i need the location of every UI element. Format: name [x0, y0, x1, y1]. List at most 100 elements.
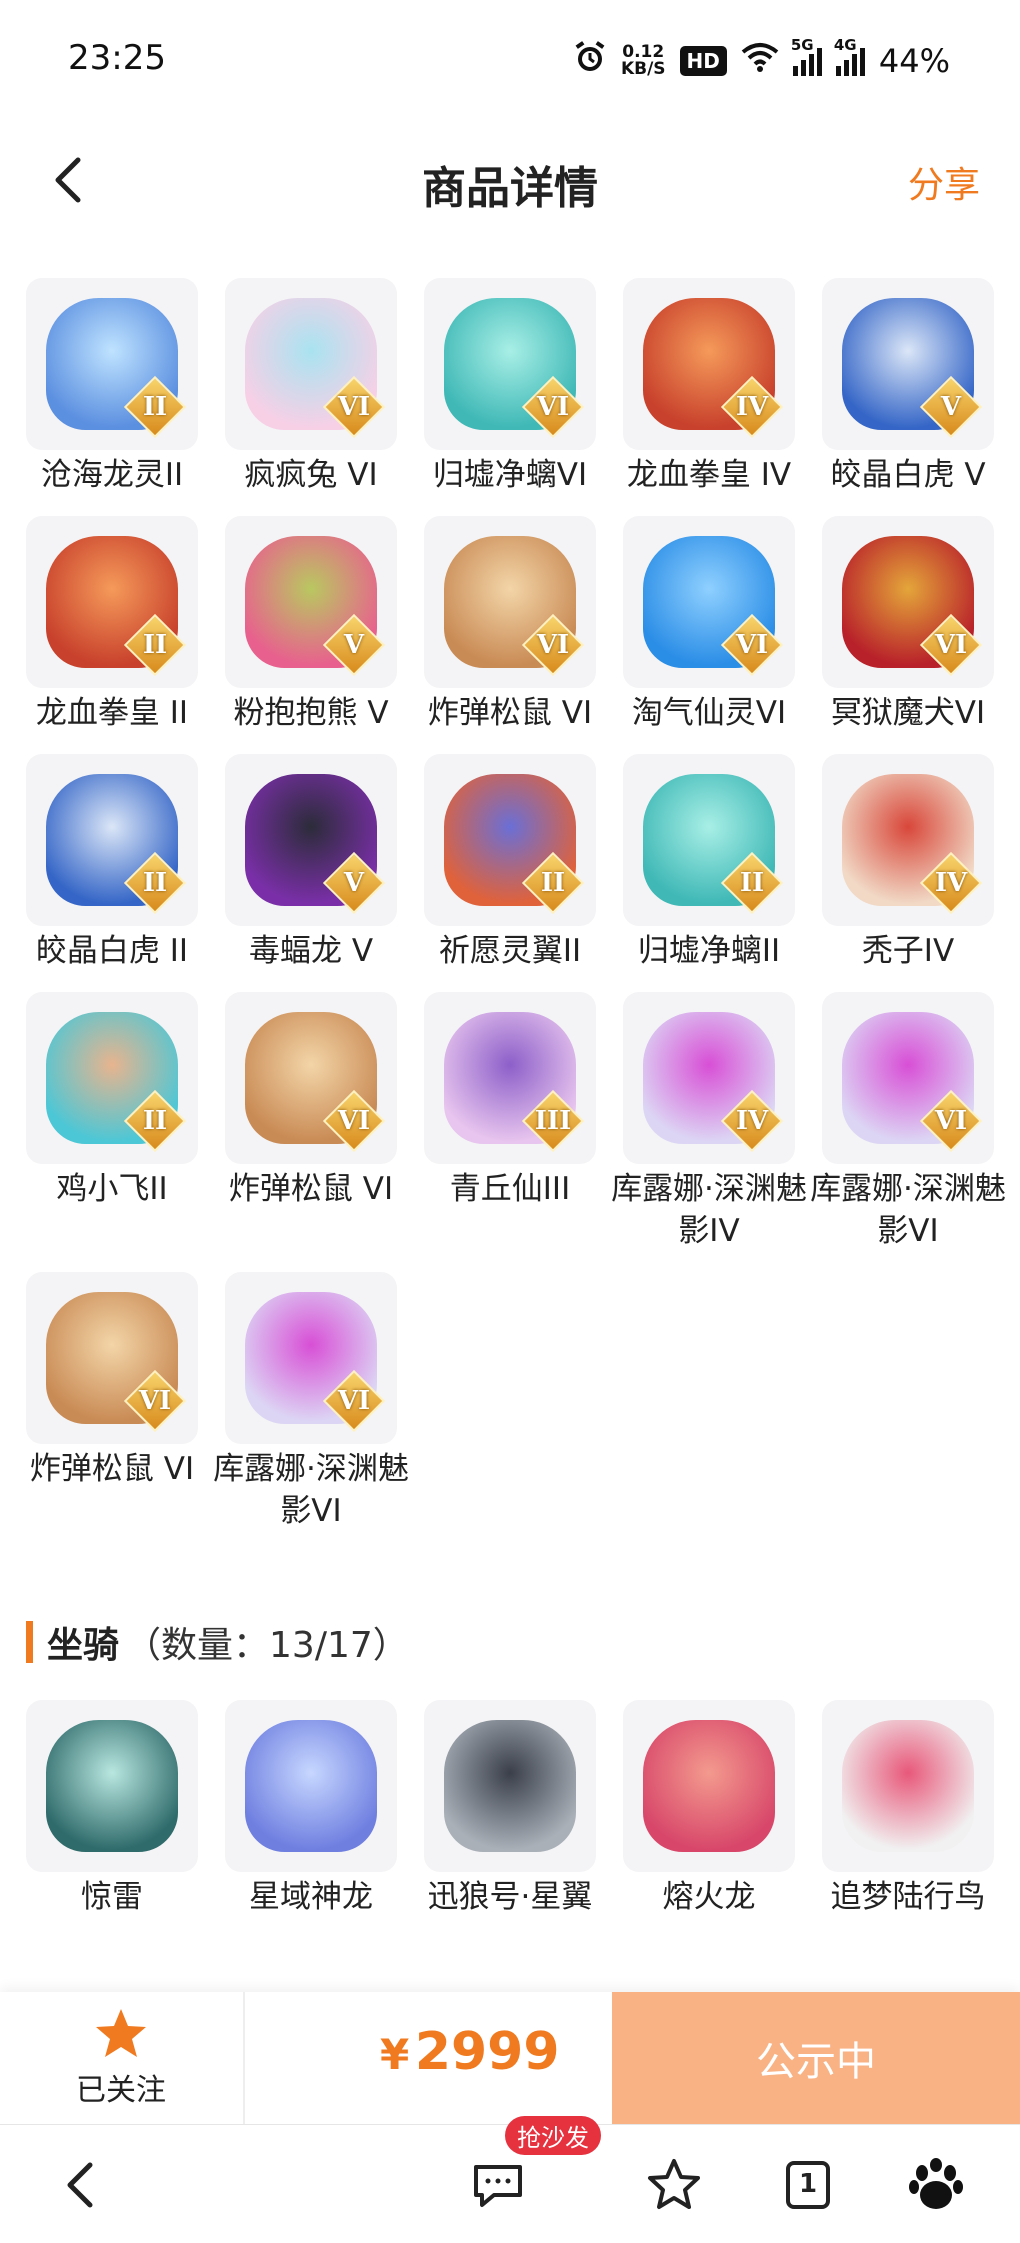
net-speed-unit: KB/S	[620, 59, 666, 79]
rank-badge: V	[322, 851, 386, 915]
favorite-button[interactable]	[644, 2155, 704, 2215]
mount-image	[46, 1720, 178, 1852]
mount-thumbnail	[225, 1700, 397, 1872]
item-thumbnail: V	[822, 278, 994, 450]
rank-badge: V	[322, 613, 386, 677]
item-label: 秃子IV	[861, 933, 955, 969]
item-thumbnail: VI	[424, 516, 596, 688]
item-card[interactable]: V 粉抱抱熊 V	[225, 516, 397, 734]
page-title: 商品详情	[422, 163, 598, 214]
rank-badge: VI	[720, 613, 784, 677]
rank-text: VI	[735, 630, 769, 660]
item-label: 粉抱抱熊 V	[233, 695, 389, 731]
item-card[interactable]: VI 归墟净螭VI	[424, 278, 596, 496]
mounts-section-title: 坐骑 （数量：13/17）	[26, 1618, 409, 1666]
item-thumbnail: II	[623, 754, 795, 926]
item-thumbnail: VI	[424, 278, 596, 450]
mount-card[interactable]: 惊雷	[26, 1700, 198, 1918]
item-label: 沧海龙灵II	[40, 457, 184, 493]
item-card[interactable]: IV 龙血拳皇 IV	[623, 278, 795, 496]
star-outline-icon	[648, 2159, 700, 2209]
item-card[interactable]: II 鸡小飞II	[26, 992, 198, 1252]
rank-text: VI	[934, 630, 968, 660]
mount-card[interactable]: 迅狼号·星翼	[424, 1700, 596, 1918]
item-card[interactable]: IV 库露娜·深渊魅影IV	[611, 992, 807, 1252]
item-card[interactable]: IV 秃子IV	[822, 754, 994, 972]
rank-text: VI	[536, 392, 570, 422]
battery-level: 44%	[878, 42, 950, 80]
mount-thumbnail	[623, 1700, 795, 1872]
item-label: 归墟净螭VI	[432, 457, 588, 493]
mount-card[interactable]: 星域神龙	[225, 1700, 397, 1918]
item-card[interactable]: V 毒蝠龙 V	[225, 754, 397, 972]
item-thumbnail: IV	[623, 992, 795, 1164]
item-card[interactable]: II 归墟净螭II	[623, 754, 795, 972]
signal-5g-tag: 5G	[790, 36, 814, 54]
rank-badge: VI	[123, 1369, 187, 1433]
mount-label: 星域神龙	[249, 1879, 373, 1915]
rank-badge: VI	[919, 613, 983, 677]
item-card[interactable]: VI 库露娜·深渊魅影VI	[810, 992, 1006, 1252]
mount-label: 追梦陆行鸟	[830, 1879, 986, 1915]
item-thumbnail: VI	[225, 1272, 397, 1444]
sofa-badge: 抢沙发	[505, 2116, 601, 2155]
rank-badge: VI	[521, 613, 585, 677]
rank-text: V	[343, 630, 365, 660]
item-card[interactable]: VI 炸弹松鼠 VI	[225, 992, 397, 1252]
mounts-grid: 惊雷 星域神龙 迅狼号·星翼 熔火龙 追梦陆行鸟	[26, 1700, 996, 1918]
item-card[interactable]: II 祈愿灵翼II	[424, 754, 596, 972]
item-label: 库露娜·深渊魅影IV	[611, 1171, 807, 1249]
rank-text: III	[534, 1106, 572, 1136]
signal-4g-tag: 4G	[833, 36, 857, 54]
item-thumbnail: II	[26, 754, 198, 926]
share-button[interactable]: 分享	[908, 156, 980, 208]
public-status-button[interactable]: 公示中	[612, 1992, 1020, 2124]
rank-text: II	[142, 392, 168, 422]
mount-card[interactable]: 熔火龙	[623, 1700, 795, 1918]
section-count: （数量：13/17）	[125, 1625, 409, 1666]
action-bar: 已关注 ¥ 2999 公示中	[0, 1992, 1020, 2124]
rank-badge: II	[123, 375, 187, 439]
item-card[interactable]: VI 淘气仙灵VI	[623, 516, 795, 734]
page-header: 商品详情 分享	[0, 120, 1020, 240]
item-label: 归墟净螭II	[637, 933, 781, 969]
rank-text: II	[142, 868, 168, 898]
paw-icon	[909, 2158, 963, 2209]
item-card[interactable]: VI 炸弹松鼠 VI	[26, 1272, 198, 1532]
comment-button[interactable]	[468, 2155, 528, 2215]
rank-badge: VI	[322, 375, 386, 439]
signal-5g-icon: 5G	[791, 36, 822, 76]
tabs-button[interactable]: 1	[778, 2155, 838, 2215]
item-label: 龙血拳皇 II	[35, 695, 189, 731]
item-card[interactable]: II 龙血拳皇 II	[26, 516, 198, 734]
item-card[interactable]: VI 库露娜·深渊魅影VI	[213, 1272, 409, 1532]
browser-back-button[interactable]	[52, 2155, 112, 2215]
item-card[interactable]: II 皎晶白虎 II	[26, 754, 198, 972]
mount-image	[245, 1720, 377, 1852]
follow-button[interactable]: 已关注	[0, 1992, 242, 2124]
item-label: 淘气仙灵VI	[631, 695, 787, 731]
rank-text: VI	[536, 630, 570, 660]
rank-text: IV	[735, 392, 769, 422]
item-card[interactable]: II 沧海龙灵II	[26, 278, 198, 496]
divider	[243, 1992, 245, 2124]
item-card[interactable]: VI 疯疯兔 VI	[225, 278, 397, 496]
mount-thumbnail	[822, 1700, 994, 1872]
rank-text: IV	[735, 1106, 769, 1136]
rank-text: VI	[934, 1106, 968, 1136]
item-label: 炸弹松鼠 VI	[427, 695, 593, 731]
mount-label: 迅狼号·星翼	[427, 1879, 593, 1915]
rank-text: VI	[337, 392, 371, 422]
item-card[interactable]: VI 冥狱魔犬VI	[822, 516, 994, 734]
mount-card[interactable]: 追梦陆行鸟	[822, 1700, 994, 1918]
rank-text: VI	[337, 1386, 371, 1416]
item-card[interactable]: V 皎晶白虎 V	[822, 278, 994, 496]
rank-text: II	[540, 868, 566, 898]
baidu-button[interactable]	[906, 2155, 966, 2215]
item-card[interactable]: III 青丘仙III	[424, 992, 596, 1252]
items-grid: II 沧海龙灵II VI 疯疯兔 VI VI 归墟净螭VI IV 龙血拳皇 IV V 皎晶白虎 V…	[26, 278, 1006, 1532]
item-thumbnail: VI	[822, 516, 994, 688]
item-card[interactable]: VI 炸弹松鼠 VI	[424, 516, 596, 734]
rank-badge: III	[521, 1089, 585, 1153]
rank-badge: IV	[720, 1089, 784, 1153]
